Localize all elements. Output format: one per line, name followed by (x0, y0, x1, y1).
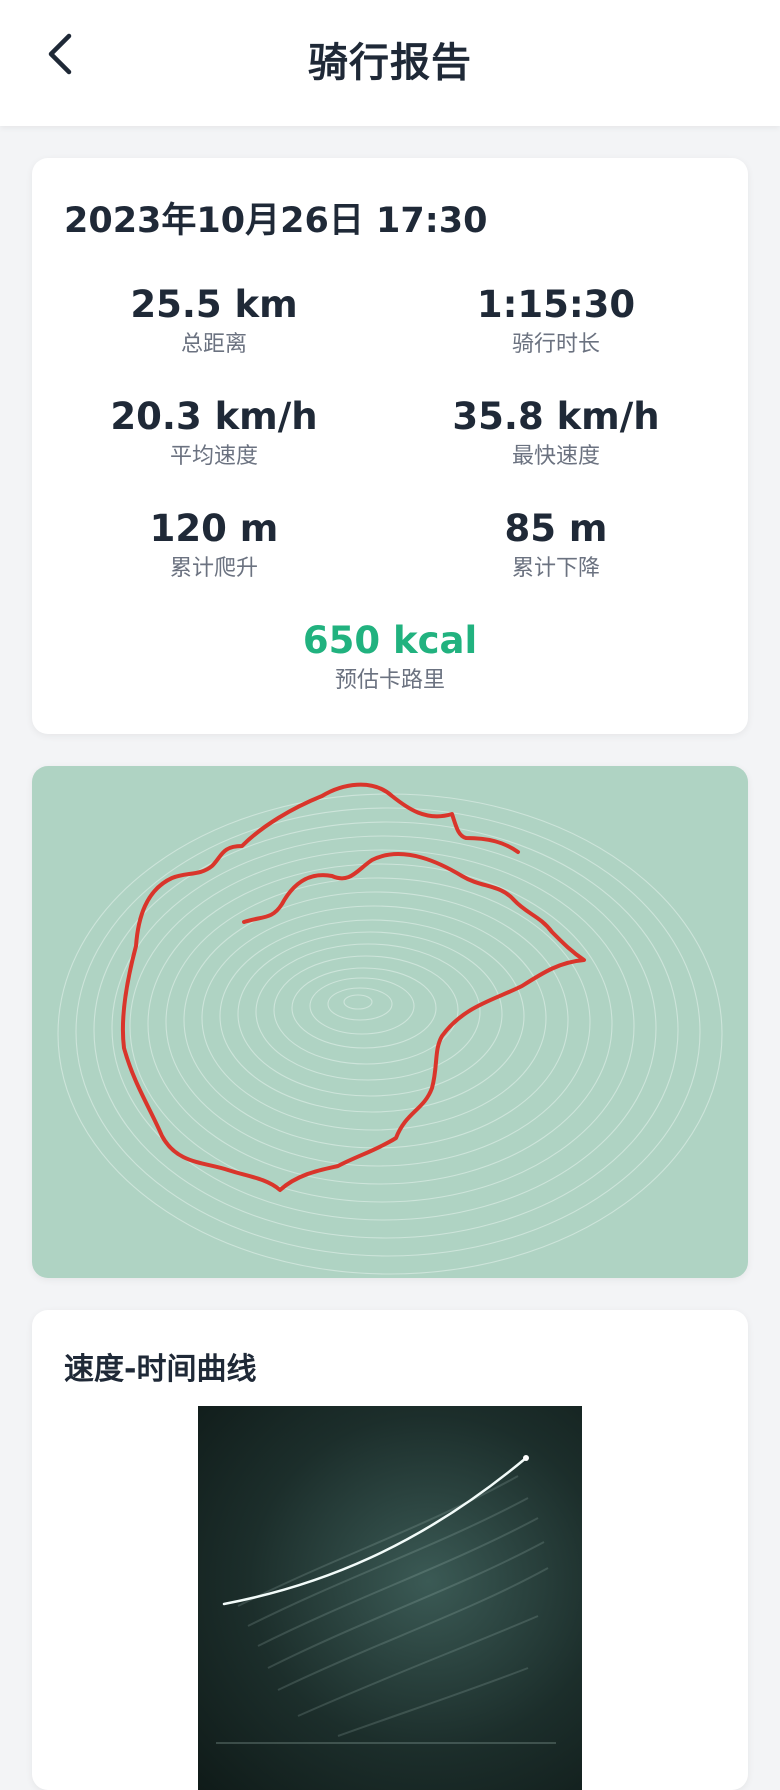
stat-value: 85 m (504, 507, 608, 550)
route-map[interactable] (32, 766, 748, 1278)
stat-value: 25.5 km (130, 283, 298, 326)
speed-curve-graphic (216, 1455, 556, 1744)
speed-time-chart (198, 1406, 582, 1790)
stat-label: 骑行时长 (511, 332, 600, 357)
stat-ride-duration: 1:15:30 骑行时长 (386, 282, 726, 360)
stat-label: 累计下降 (511, 556, 600, 581)
stat-total-descent: 85 m 累计下降 (386, 506, 726, 584)
stat-average-speed: 20.3 km/h 平均速度 (44, 394, 384, 472)
ride-summary-card: 2023年10月26日 17:30 25.5 km 总距离 1:15:30 骑行… (32, 158, 748, 734)
stat-value: 20.3 km/h (110, 395, 318, 438)
page-title: 骑行报告 (308, 40, 472, 86)
stat-label: 预估卡路里 (334, 668, 445, 693)
ride-datetime: 2023年10月26日 17:30 (64, 201, 488, 241)
stat-value: 120 m (149, 507, 279, 550)
top-nav-bar: 骑行报告 (0, 0, 780, 126)
stat-total-ascent: 120 m 累计爬升 (44, 506, 384, 584)
motion-streak (337, 1667, 529, 1737)
stat-label: 平均速度 (169, 444, 258, 469)
section-title: 速度-时间曲线 (64, 1352, 257, 1387)
motion-streak (247, 1497, 529, 1627)
stat-max-speed: 35.8 km/h 最快速度 (386, 394, 726, 472)
motion-streak (297, 1615, 539, 1717)
motion-streak (257, 1517, 539, 1647)
motion-streak (267, 1541, 545, 1669)
curve-end-point (523, 1455, 529, 1461)
stat-value: 650 kcal (302, 619, 478, 662)
speed-time-chart-card: 速度-时间曲线 (32, 1310, 748, 1790)
stat-total-distance: 25.5 km 总距离 (44, 282, 384, 360)
topographic-contours (57, 793, 723, 1275)
stat-label: 最快速度 (511, 444, 600, 469)
route-map-card[interactable] (32, 766, 748, 1278)
stat-label: 累计爬升 (169, 556, 258, 581)
stat-estimated-calories: 650 kcal 预估卡路里 (220, 618, 560, 696)
stat-value: 1:15:30 (476, 283, 636, 326)
stat-label: 总距离 (180, 332, 247, 357)
stat-value: 35.8 km/h (452, 395, 660, 438)
speed-time-curve (222, 1456, 528, 1606)
